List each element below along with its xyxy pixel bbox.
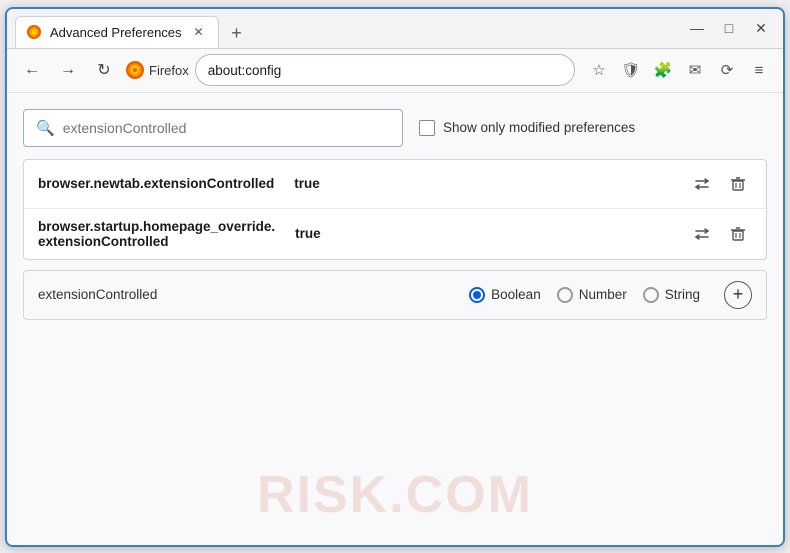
window-controls: — □ ✕ (683, 14, 775, 42)
add-preference-button[interactable]: + (724, 281, 752, 309)
browser-window: Advanced Preferences ✕ + — □ ✕ ← → ↻ Fir… (5, 7, 785, 547)
show-modified-label: Show only modified preferences (443, 120, 635, 135)
bookmark-star-icon[interactable]: ☆ (585, 56, 613, 84)
add-pref-name: extensionControlled (38, 287, 157, 302)
delete-button-1[interactable] (724, 170, 752, 198)
sync-icon[interactable]: ⟳ (713, 56, 741, 84)
forward-button[interactable]: → (53, 55, 83, 85)
number-label: Number (579, 287, 627, 302)
swap-button-1[interactable] (688, 170, 716, 198)
delete-icon-1 (730, 176, 746, 192)
pref-name-2-line1: browser.startup.homepage_override. (38, 219, 275, 234)
pref-value-1: true (294, 176, 320, 191)
menu-icon[interactable]: ≡ (745, 56, 773, 84)
pref-actions-2 (688, 220, 752, 248)
preferences-table: browser.newtab.extensionControlled true (23, 159, 767, 260)
boolean-label: Boolean (491, 287, 541, 302)
string-label: String (665, 287, 700, 302)
number-radio-item[interactable]: Number (557, 287, 627, 303)
address-bar[interactable]: about:config (195, 54, 575, 86)
string-radio-item[interactable]: String (643, 287, 700, 303)
active-tab[interactable]: Advanced Preferences ✕ (15, 16, 219, 48)
watermark: RISK.COM (257, 465, 533, 525)
add-preference-row: extensionControlled Boolean Number Strin… (23, 270, 767, 320)
search-input[interactable]: extensionControlled (63, 120, 390, 136)
tab-close-button[interactable]: ✕ (190, 23, 208, 41)
browser-brand: Firefox (149, 63, 189, 78)
delete-icon-2 (730, 226, 746, 242)
new-tab-button[interactable]: + (223, 20, 251, 48)
page-content: RISK.COM 🔍 extensionControlled Show only… (7, 93, 783, 545)
search-row: 🔍 extensionControlled Show only modified… (23, 109, 767, 147)
pref-actions-1 (688, 170, 752, 198)
delete-button-2[interactable] (724, 220, 752, 248)
number-radio-circle (557, 287, 573, 303)
tab-favicon (26, 24, 42, 40)
show-modified-area: Show only modified preferences (419, 120, 635, 136)
extension-icon[interactable]: 🧩 (649, 56, 677, 84)
tab-title: Advanced Preferences (50, 25, 182, 40)
pref-name-1: browser.newtab.extensionControlled (38, 176, 274, 191)
boolean-radio-circle (469, 287, 485, 303)
string-radio-circle (643, 287, 659, 303)
close-button[interactable]: ✕ (747, 14, 775, 42)
search-icon: 🔍 (36, 119, 55, 137)
type-radio-group: Boolean Number String (469, 287, 700, 303)
title-bar: Advanced Preferences ✕ + — □ ✕ (7, 9, 783, 49)
minimize-button[interactable]: — (683, 14, 711, 42)
pref-value-2: true (295, 226, 321, 241)
address-text: about:config (208, 63, 282, 78)
firefox-logo (125, 60, 145, 80)
pref-name-2-line2: extensionControlled (38, 234, 275, 249)
preference-search-box[interactable]: 🔍 extensionControlled (23, 109, 403, 147)
pref-name-2-multiline: browser.startup.homepage_override. exten… (38, 219, 275, 249)
swap-icon-2 (693, 225, 711, 243)
back-button[interactable]: ← (17, 55, 47, 85)
email-icon[interactable]: ✉ (681, 56, 709, 84)
shield-icon[interactable]: 🛡 (617, 56, 645, 84)
brand-area: Firefox (125, 60, 189, 80)
navigation-bar: ← → ↻ Firefox about:config ☆ 🛡 🧩 ✉ ⟳ ≡ (7, 49, 783, 93)
boolean-radio-item[interactable]: Boolean (469, 287, 541, 303)
table-row: browser.startup.homepage_override. exten… (24, 209, 766, 259)
show-modified-checkbox[interactable] (419, 120, 435, 136)
maximize-button[interactable]: □ (715, 14, 743, 42)
swap-button-2[interactable] (688, 220, 716, 248)
tab-area: Advanced Preferences ✕ + (15, 9, 671, 48)
swap-icon-1 (693, 175, 711, 193)
nav-icons-group: ☆ 🛡 🧩 ✉ ⟳ ≡ (585, 56, 773, 84)
reload-button[interactable]: ↻ (89, 55, 119, 85)
table-row: browser.newtab.extensionControlled true (24, 160, 766, 209)
